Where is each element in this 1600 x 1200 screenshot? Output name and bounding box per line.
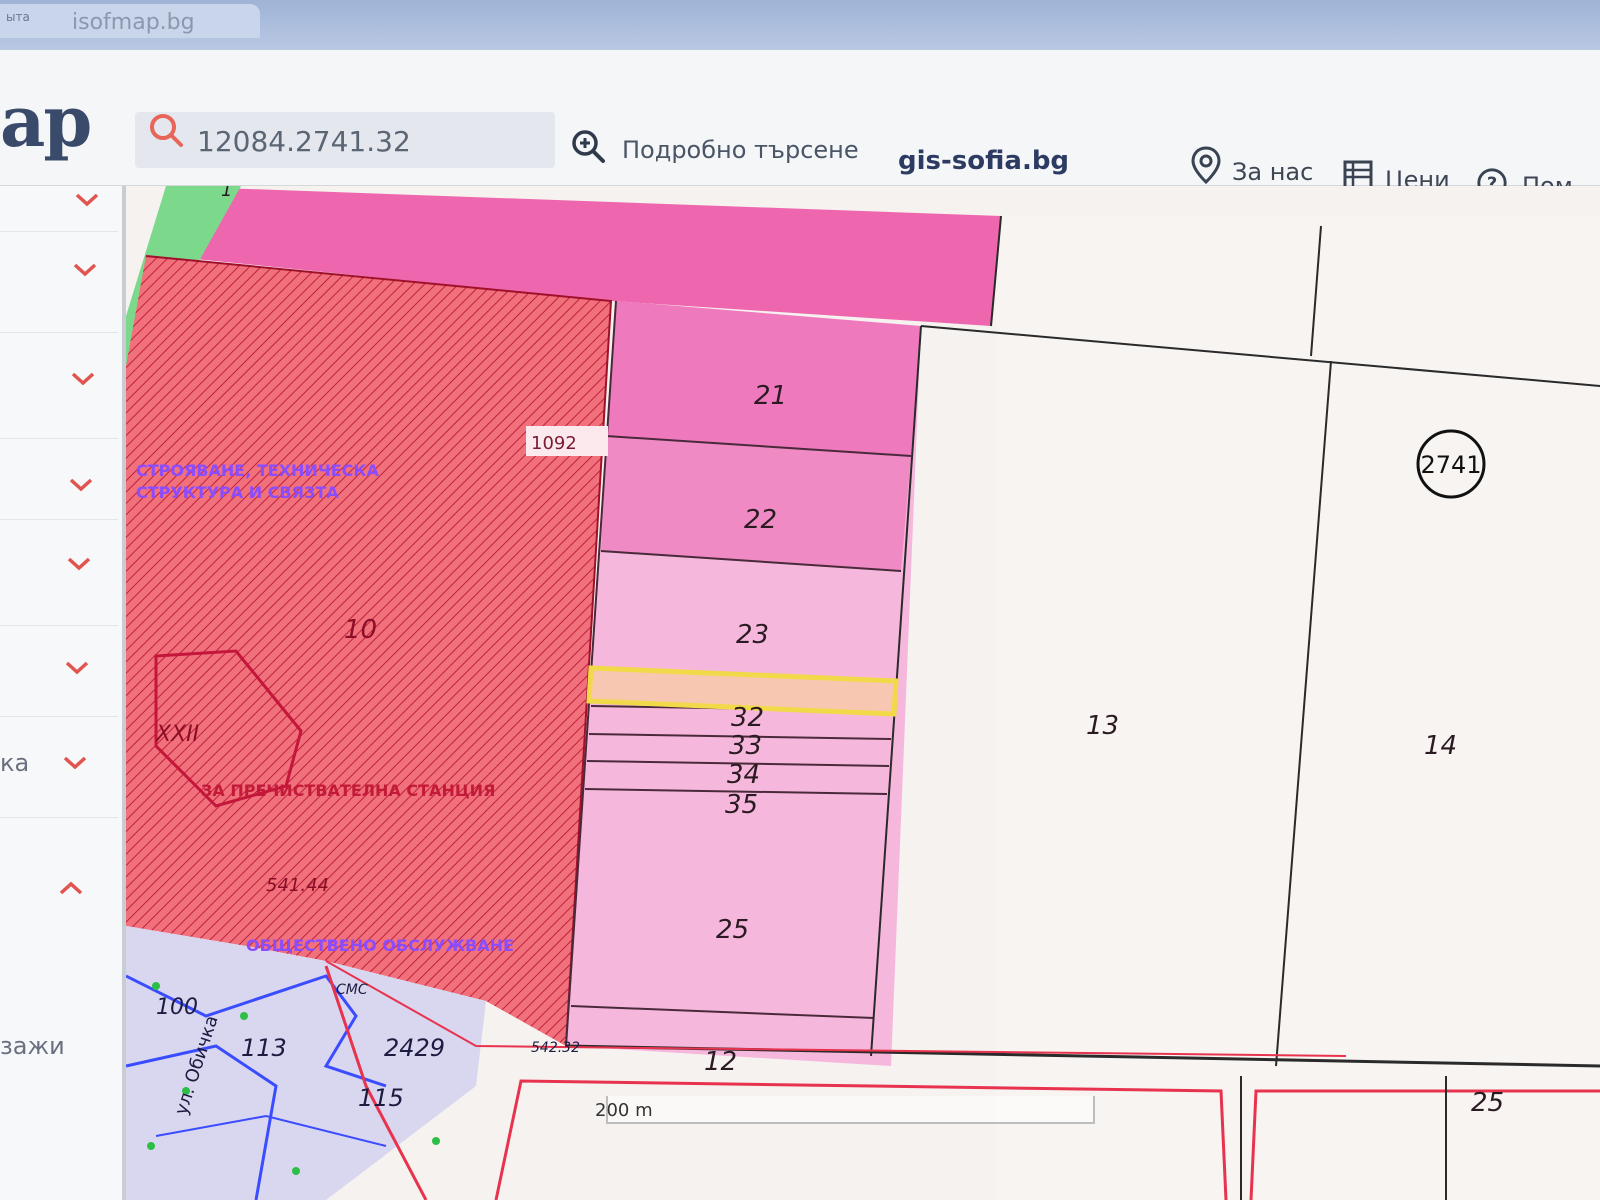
parcel-label: 12 <box>704 1047 737 1077</box>
browser-tab[interactable]: ыта isofmap.bg <box>0 4 260 38</box>
parcel-label: 32 <box>731 703 764 733</box>
sidebar-item-5[interactable] <box>0 520 118 626</box>
logo[interactable]: ap <box>0 80 92 163</box>
parcel-label: 23 <box>736 620 769 650</box>
sidebar-item-7[interactable]: ка <box>0 717 118 818</box>
chevron-down-icon[interactable] <box>72 262 98 278</box>
sidebar-item-3[interactable] <box>0 333 118 439</box>
lot-number: 100 <box>156 995 198 1020</box>
lot-number: 113 <box>241 1034 287 1062</box>
chevron-down-icon[interactable] <box>70 371 96 387</box>
lot-code: 542.32 <box>531 1040 580 1056</box>
parcel-label: 34 <box>727 760 760 790</box>
parcel-label: 25 <box>716 915 749 945</box>
parcel-label: 21 <box>754 381 787 411</box>
tab-title: isofmap.bg <box>72 10 195 35</box>
chevron-down-icon[interactable] <box>74 192 100 208</box>
chevron-down-icon[interactable] <box>64 660 90 676</box>
lot-number: 115 <box>358 1084 404 1112</box>
gis-sofia-link[interactable]: gis-sofia.bg <box>898 146 1069 176</box>
layer-sidebar: ка зажи <box>0 186 126 1200</box>
parcel-label: 14 <box>1424 731 1457 761</box>
tab-pin-label: ыта <box>6 10 30 24</box>
lot-number: 2429 <box>384 1034 445 1062</box>
parcel-label: 22 <box>744 505 777 535</box>
search-icon[interactable] <box>146 110 186 150</box>
scale-label: 200 m <box>595 1100 653 1121</box>
block-number: 2741 <box>1420 451 1481 479</box>
zone-text: СТРОЯВАНЕ, ТЕХНИЧЕСКА <box>136 461 379 480</box>
sidebar-item-label: зажи <box>0 1032 65 1060</box>
chevron-up-icon[interactable] <box>58 880 84 896</box>
parcel-label: 35 <box>725 790 758 820</box>
parcel-label: 33 <box>729 731 762 761</box>
browser-tab-strip: ыта isofmap.bg <box>0 0 1600 50</box>
cadastral-map[interactable]: 21 22 23 32 33 34 35 25 13 14 12 25 10 1… <box>126 186 1600 1200</box>
search-input[interactable] <box>195 120 539 162</box>
zone-text: ЗА ПРЕЧИСТВАТЕЛНА СТАНЦИЯ <box>201 781 495 800</box>
area-label: 541.44 <box>266 875 329 896</box>
sidebar-item-6[interactable] <box>0 626 118 717</box>
chevron-down-icon[interactable] <box>62 755 88 771</box>
app-header: ap Подробно търсене gis-sofia.bg За нас … <box>0 50 1600 200</box>
sidebar-item-8-expanded[interactable] <box>0 818 118 998</box>
advanced-search-link[interactable]: Подробно търсене <box>622 136 859 164</box>
chevron-down-icon[interactable] <box>66 556 92 572</box>
sidebar-item-2[interactable] <box>0 232 118 333</box>
zone-text: ОБЩЕСТВЕНО ОБСЛУЖВАНЕ <box>246 936 514 955</box>
zone-text: СТРУКТУРА И СВЯЗТА <box>136 483 339 502</box>
sidebar-item-label: ка <box>0 749 30 777</box>
about-link[interactable]: За нас <box>1232 158 1313 186</box>
parcel-label: 10 <box>344 615 377 645</box>
zone-roman: XXII <box>155 722 199 747</box>
zone-hatched-10[interactable] <box>126 256 611 1046</box>
sidebar-item-4[interactable] <box>0 439 118 520</box>
parcel-label: 25 <box>1471 1088 1504 1118</box>
map-canvas[interactable]: 21 22 23 32 33 34 35 25 13 14 12 25 10 1… <box>126 186 1600 1200</box>
zoom-search-icon[interactable] <box>570 128 606 164</box>
chevron-down-icon[interactable] <box>68 477 94 493</box>
map-pin-icon <box>1191 146 1221 184</box>
parcel-label: 1 <box>221 186 232 201</box>
lot-code: СМС <box>336 982 368 998</box>
map-scale-bar <box>606 1096 1095 1124</box>
parcel-label: 13 <box>1086 711 1119 741</box>
parcel-tag-text: 1092 <box>531 433 577 454</box>
sidebar-item-1[interactable] <box>0 186 118 232</box>
